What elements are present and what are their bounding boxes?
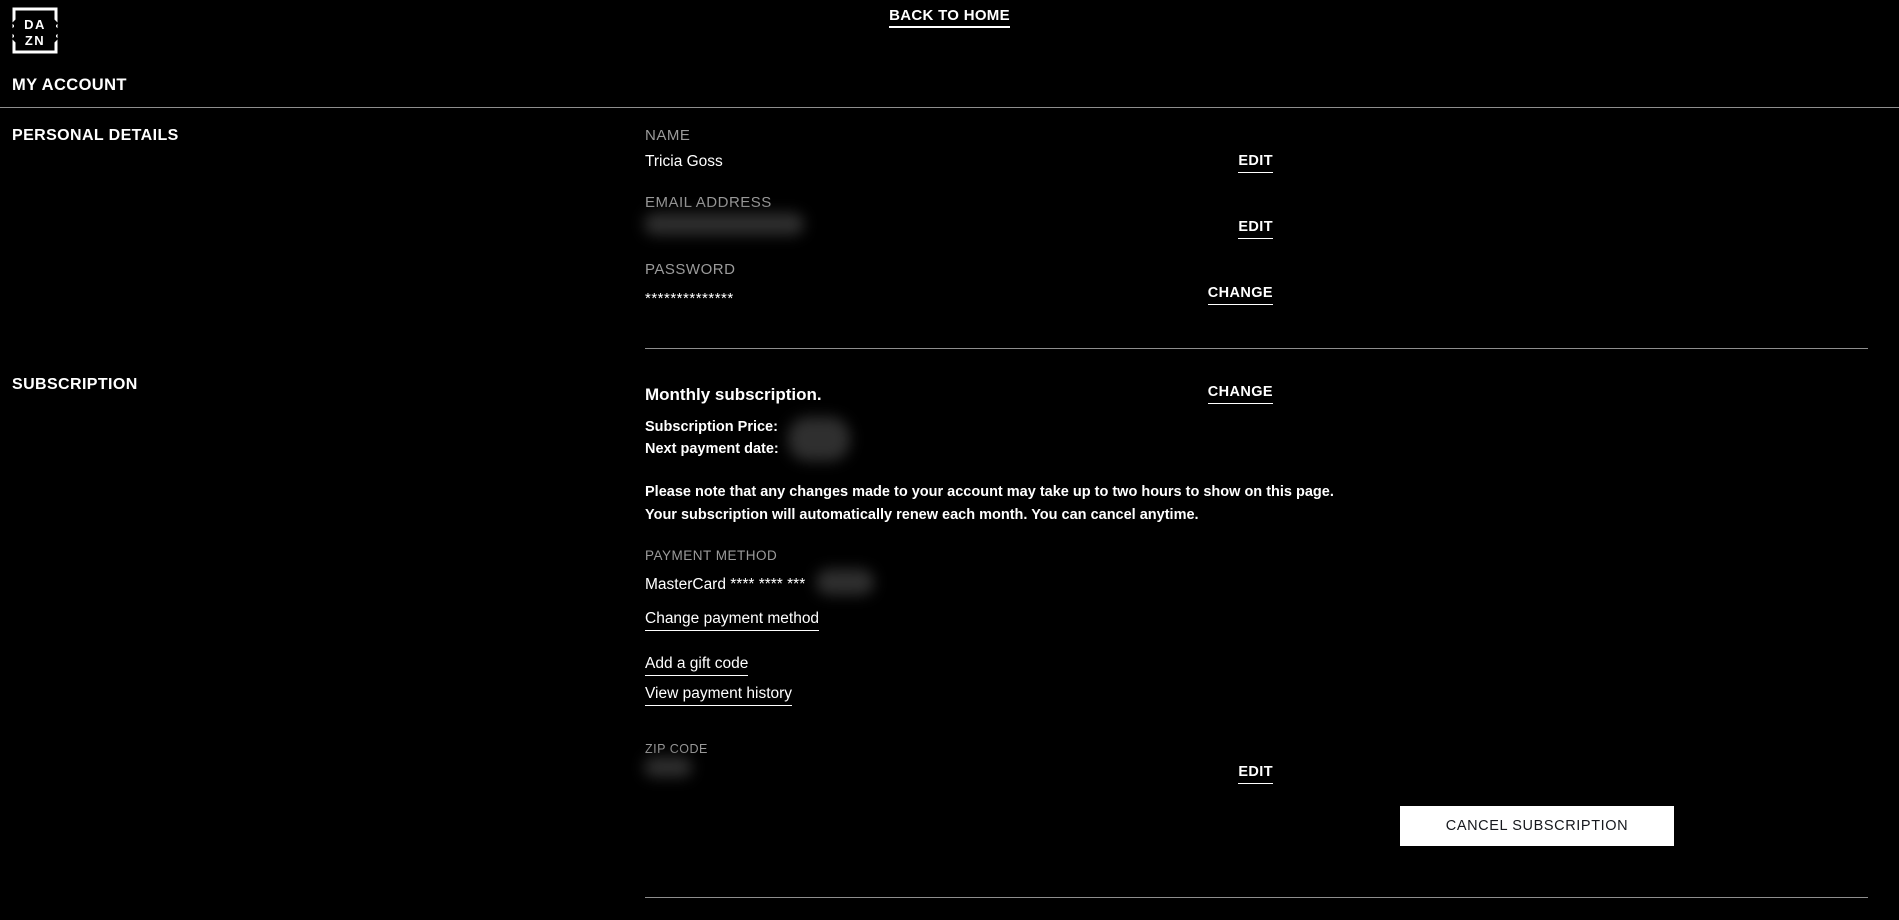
- payment-method-label: PAYMENT METHOD: [645, 548, 778, 563]
- edit-email-button[interactable]: EDIT: [1238, 219, 1273, 239]
- email-label: EMAIL ADDRESS: [645, 194, 772, 211]
- subscription-price-label: Subscription Price:: [645, 419, 778, 435]
- subscription-note-line-2: Your subscription will automatically ren…: [645, 507, 1199, 523]
- footer-divider: [645, 897, 1868, 898]
- add-gift-code-link[interactable]: Add a gift code: [645, 655, 749, 676]
- svg-text:ZN: ZN: [25, 33, 45, 48]
- add-gift-code-label: Add a gift code: [645, 655, 749, 676]
- change-password-label: CHANGE: [1207, 285, 1273, 305]
- top-bar: DA ZN BACK TO HOME: [0, 0, 1899, 60]
- change-password-button[interactable]: CHANGE: [1207, 285, 1273, 305]
- edit-name-label: EDIT: [1238, 153, 1273, 173]
- zip-code-label: ZIP CODE: [645, 742, 708, 756]
- name-value: Tricia Goss: [645, 153, 723, 170]
- header-divider: [0, 107, 1899, 108]
- payment-method-value: MasterCard **** **** ***: [645, 576, 806, 593]
- edit-email-label: EDIT: [1238, 219, 1273, 239]
- page-title: MY ACCOUNT: [12, 76, 127, 94]
- subscription-note-line-1: Please note that any changes made to you…: [645, 484, 1334, 500]
- zip-code-value-redacted: [644, 757, 692, 777]
- edit-zip-code-button[interactable]: EDIT: [1238, 764, 1273, 784]
- password-value: **************: [645, 290, 734, 307]
- back-to-home-link[interactable]: BACK TO HOME: [0, 7, 1899, 28]
- change-payment-method-label: Change payment method: [645, 610, 820, 631]
- edit-name-button[interactable]: EDIT: [1238, 153, 1273, 173]
- card-number-redacted: [816, 569, 874, 595]
- change-subscription-button[interactable]: CHANGE: [1207, 384, 1273, 404]
- next-payment-date-label: Next payment date:: [645, 441, 779, 457]
- cancel-subscription-button[interactable]: CANCEL SUBSCRIPTION: [1400, 806, 1674, 846]
- section-label-personal-details: PERSONAL DETAILS: [12, 127, 179, 144]
- section-divider-subscription: [645, 348, 1868, 349]
- change-payment-method-link[interactable]: Change payment method: [645, 610, 820, 631]
- email-value-redacted: [644, 213, 804, 235]
- view-payment-history-label: View payment history: [645, 685, 793, 706]
- edit-zip-code-label: EDIT: [1238, 764, 1273, 784]
- section-label-subscription: SUBSCRIPTION: [12, 376, 138, 393]
- subscription-title: Monthly subscription.: [645, 385, 822, 404]
- view-payment-history-link[interactable]: View payment history: [645, 685, 793, 706]
- change-subscription-label: CHANGE: [1207, 384, 1273, 404]
- subscription-values-redacted: [788, 417, 850, 461]
- back-to-home-label: BACK TO HOME: [889, 7, 1010, 28]
- password-label: PASSWORD: [645, 261, 736, 278]
- name-label: NAME: [645, 127, 691, 144]
